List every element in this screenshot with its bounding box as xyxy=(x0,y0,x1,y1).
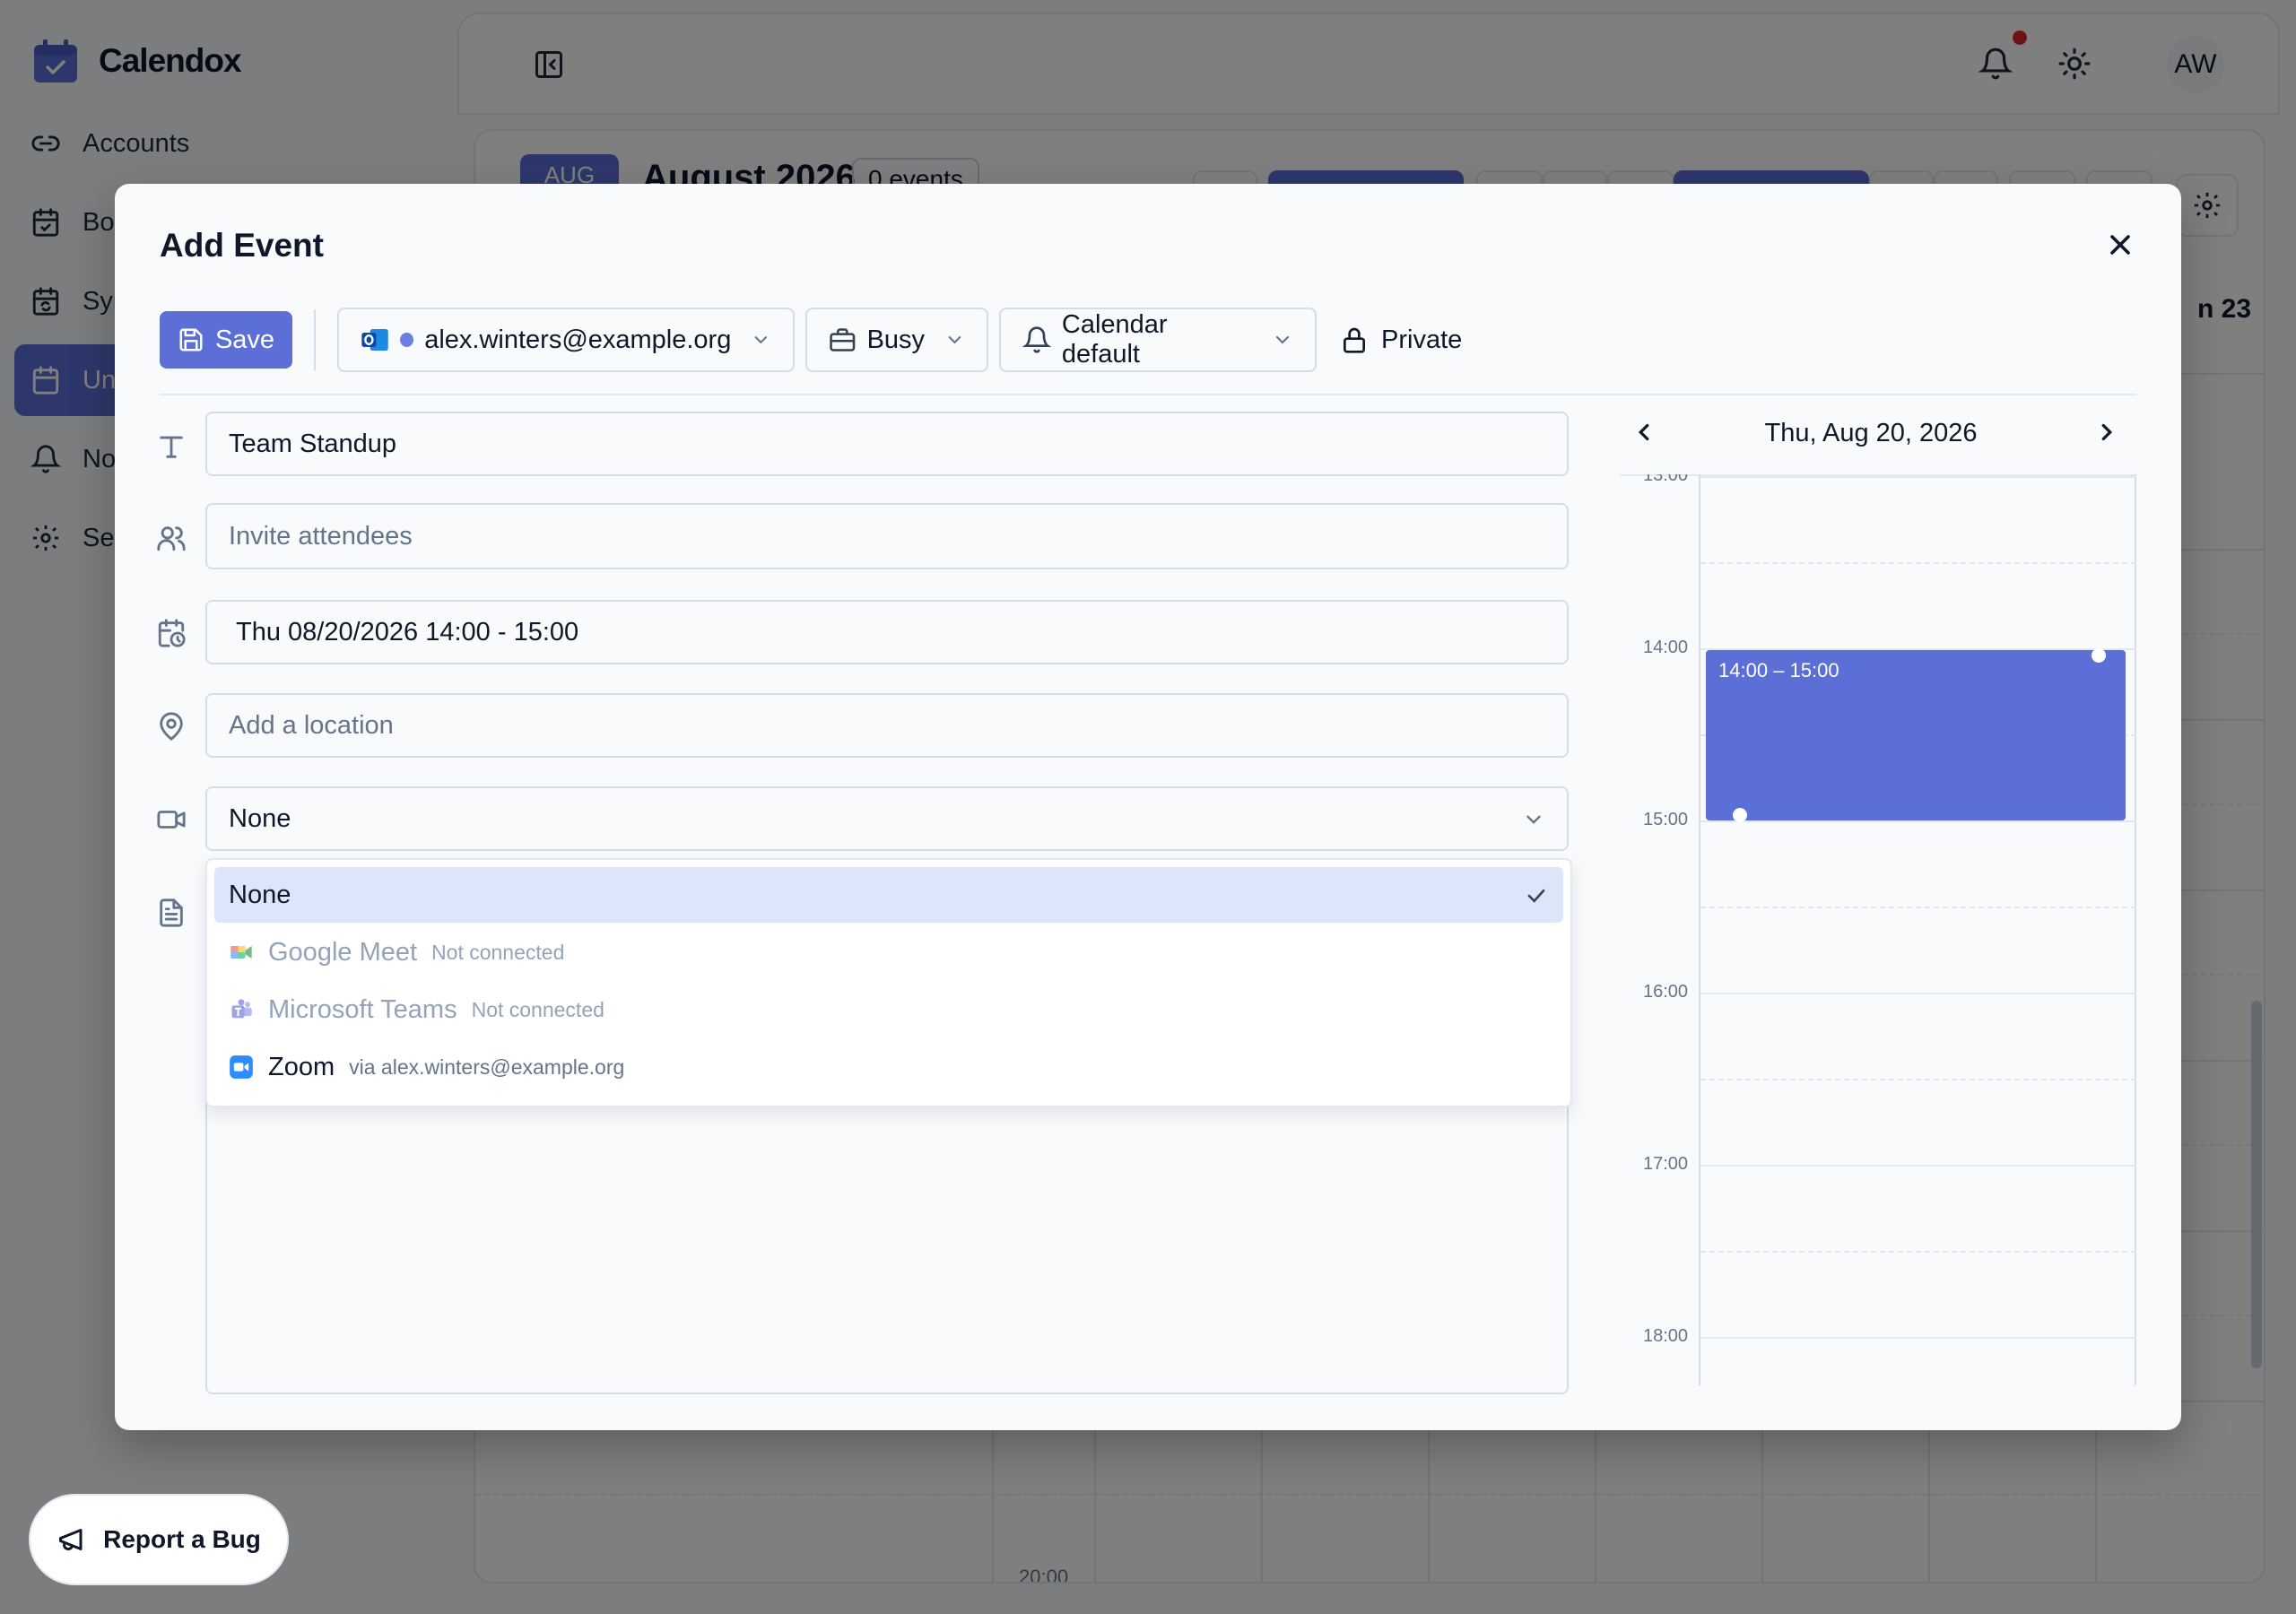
briefcase-icon xyxy=(830,328,856,351)
video-camera-icon xyxy=(157,811,186,829)
availability-value: Busy xyxy=(866,325,926,354)
option-label: Zoom xyxy=(268,1052,335,1081)
hour-label: 17:00 xyxy=(1643,1154,1689,1174)
users-icon xyxy=(157,526,186,551)
microsoft-teams-icon xyxy=(231,999,252,1019)
hour-label: 16:00 xyxy=(1643,982,1689,1002)
account-color-dot xyxy=(400,333,414,347)
private-label: Private xyxy=(1381,325,1463,354)
option-label: None xyxy=(229,880,291,909)
conferencing-option-none[interactable]: None xyxy=(214,867,1563,923)
report-bug-label: Report a Bug xyxy=(103,1525,261,1553)
toolbar-divider xyxy=(314,309,316,370)
close-icon[interactable] xyxy=(2104,229,2136,261)
hour-label: 14:00 xyxy=(1643,638,1689,657)
zoom-icon xyxy=(230,1055,253,1079)
day-view-grid[interactable]: 13:00 14:00 15:00 16:00 17:00 18:00 14:00 – 1… xyxy=(1620,474,2136,1385)
lock-icon xyxy=(1344,327,1365,353)
document-text-icon xyxy=(160,898,183,927)
day-view-right-border xyxy=(2135,474,2136,1385)
half-hour-line xyxy=(1700,1079,2136,1080)
dialog-title: Add Event xyxy=(160,227,324,264)
megaphone-icon xyxy=(59,1529,83,1550)
hour-line xyxy=(1700,476,2136,478)
datetime-input[interactable]: Thu 08/20/2026 14:00 - 15:00 xyxy=(205,600,1569,664)
chevron-down-icon xyxy=(1526,815,1541,824)
option-status: Not connected xyxy=(431,940,565,964)
option-label: Microsoft Teams xyxy=(268,994,457,1024)
add-event-dialog: Add Event Save alex.winters@example.org … xyxy=(115,184,2181,1430)
description-textarea[interactable] xyxy=(205,1089,1569,1394)
option-status: Not connected xyxy=(471,997,604,1021)
half-hour-line xyxy=(1700,562,2136,564)
hour-label: 18:00 xyxy=(1643,1326,1689,1346)
resize-handle-top[interactable] xyxy=(2092,648,2106,663)
bell-icon xyxy=(1022,326,1051,353)
report-bug-button[interactable]: Report a Bug xyxy=(29,1494,289,1585)
chevron-down-icon xyxy=(1275,335,1290,344)
attendees-input[interactable]: Invite attendees xyxy=(205,503,1569,569)
chevron-down-icon xyxy=(754,336,768,344)
check-icon xyxy=(1527,889,1545,903)
day-view-date: Thu, Aug 20, 2026 xyxy=(1764,419,1978,447)
hour-line xyxy=(1700,993,2136,994)
account-email: alex.winters@example.org xyxy=(424,325,732,354)
event-block-time: 14:00 – 15:00 xyxy=(1718,659,1839,681)
hour-line xyxy=(1700,820,2136,822)
text-type-icon xyxy=(160,436,183,458)
day-view-time-gutter-border xyxy=(1699,474,1700,1385)
save-label: Save xyxy=(214,325,275,354)
floppy-disk-icon xyxy=(179,328,203,351)
event-block[interactable]: 14:00 – 15:00 xyxy=(1706,648,2126,822)
conferencing-option-zoom[interactable]: Zoom via alex.winters@example.org xyxy=(214,1039,1563,1095)
outlook-icon xyxy=(361,328,388,351)
half-hour-line xyxy=(1700,907,2136,908)
reminder-value: Calendar default xyxy=(1061,310,1168,369)
google-meet-icon xyxy=(230,946,252,959)
save-button[interactable]: Save xyxy=(160,311,292,369)
option-label: Google Meet xyxy=(268,937,418,967)
account-select[interactable]: alex.winters@example.org xyxy=(337,308,795,372)
chevron-left-icon[interactable] xyxy=(1631,419,1657,446)
conferencing-option-google-meet[interactable]: Google Meet Not connected xyxy=(214,924,1563,980)
hour-line xyxy=(1700,1337,2136,1339)
half-hour-line xyxy=(1700,1251,2136,1253)
map-pin-icon xyxy=(160,712,183,741)
option-status: via alex.winters@example.org xyxy=(349,1054,625,1079)
availability-select[interactable]: Busy xyxy=(805,308,988,372)
hour-line xyxy=(1700,1165,2136,1167)
resize-handle-bottom[interactable] xyxy=(1733,808,1747,822)
event-title-input[interactable]: Team Standup xyxy=(205,412,1569,476)
reminder-select[interactable]: Calendar default xyxy=(999,308,1317,372)
private-toggle[interactable]: Private xyxy=(1327,325,1462,355)
conferencing-value: None xyxy=(229,803,291,833)
hour-label: 13:00 xyxy=(1643,474,1689,485)
hour-label: 15:00 xyxy=(1643,810,1689,829)
conferencing-dropdown: None Google Meet Not connected Microsoft… xyxy=(205,858,1572,1107)
event-toolbar: Save alex.winters@example.org Busy Calen… xyxy=(160,308,1462,372)
calendar-clock-icon xyxy=(158,619,186,647)
location-input[interactable]: Add a location xyxy=(205,693,1569,758)
toolbar-bottom-divider xyxy=(160,394,2136,395)
chevron-down-icon xyxy=(948,336,961,344)
conferencing-option-microsoft-teams[interactable]: Microsoft Teams Not connected xyxy=(214,982,1563,1037)
chevron-right-icon[interactable] xyxy=(2093,419,2120,446)
conferencing-select[interactable]: None xyxy=(205,786,1569,851)
